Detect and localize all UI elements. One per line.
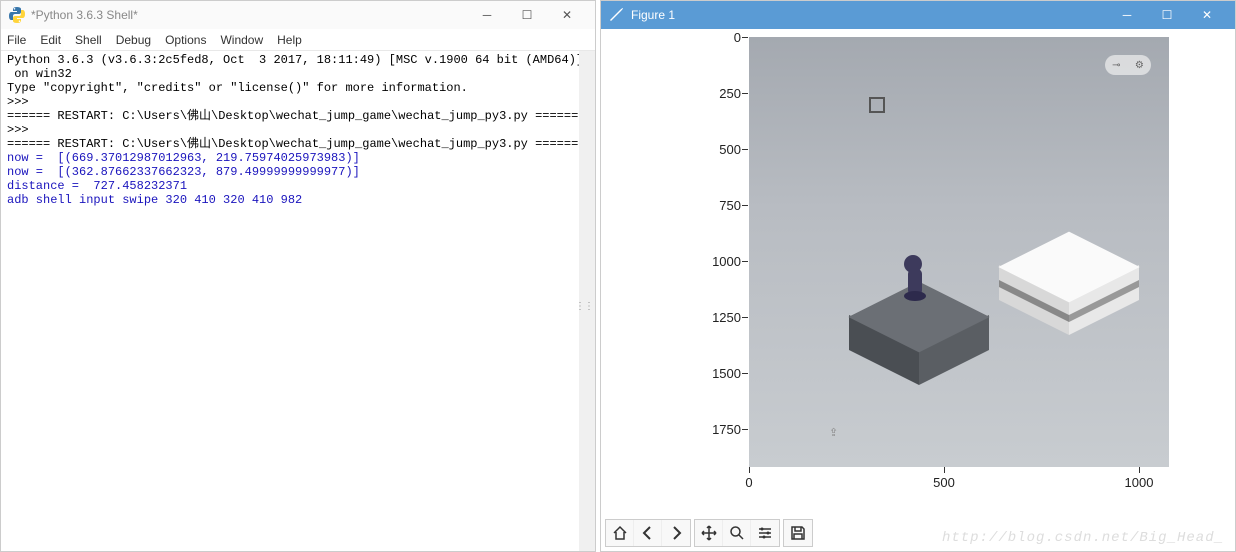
pan-button[interactable] xyxy=(695,520,723,546)
scrollbar-grip-icon: ⋮⋮ xyxy=(575,301,593,312)
ytick-label: 250 xyxy=(681,86,741,101)
output-line: distance = 727.458232371 xyxy=(7,179,589,193)
restart-line: ====== RESTART: C:\Users\佛山\Desktop\wech… xyxy=(7,109,589,123)
prompt-line: >>> xyxy=(7,123,589,137)
menu-window[interactable]: Window xyxy=(220,33,263,47)
menu-options[interactable]: Options xyxy=(165,33,206,47)
zoom-button[interactable] xyxy=(723,520,751,546)
figure-window: Figure 1 ─ ☐ ✕ 0 250 500 750 1000 1250 1… xyxy=(600,0,1236,552)
slider-icon: ⊸ xyxy=(1112,60,1120,71)
xtick-label: 500 xyxy=(933,475,955,490)
close-button[interactable]: ✕ xyxy=(1187,1,1227,29)
figure-titlebar[interactable]: Figure 1 ─ ☐ ✕ xyxy=(601,1,1235,29)
menu-shell[interactable]: Shell xyxy=(75,33,102,47)
plot-area: 0 250 500 750 1000 1250 1500 1750 0 500 … xyxy=(681,37,1181,492)
minimize-button[interactable]: ─ xyxy=(467,1,507,29)
scrollbar[interactable]: ⋮⋮ xyxy=(579,51,595,551)
shell-titlebar[interactable]: *Python 3.6.3 Shell* ─ ☐ ✕ xyxy=(1,1,595,29)
save-button[interactable] xyxy=(784,520,812,546)
xtick-label: 1000 xyxy=(1125,475,1154,490)
close-button[interactable]: ✕ xyxy=(547,1,587,29)
xtick-label: 0 xyxy=(745,475,752,490)
watermark: http://blog.csdn.net/Big_Head_ xyxy=(942,530,1224,546)
output-line: Python 3.6.3 (v3.6.3:2c5fed8, Oct 3 2017… xyxy=(7,53,589,67)
forward-button[interactable] xyxy=(662,520,690,546)
output-line: now = [(362.87662337662323, 879.49999999… xyxy=(7,165,589,179)
output-line: Type "copyright", "credits" or "license(… xyxy=(7,81,589,95)
mpl-toolbar xyxy=(605,519,813,547)
python-icon xyxy=(9,7,25,23)
output-line: now = [(669.37012987012963, 219.75974025… xyxy=(7,151,589,165)
minimize-button[interactable]: ─ xyxy=(1107,1,1147,29)
restart-line: ====== RESTART: C:\Users\佛山\Desktop\wech… xyxy=(7,137,589,151)
figure-title: Figure 1 xyxy=(631,8,1107,22)
ytick-label: 750 xyxy=(681,198,741,213)
player-pawn xyxy=(904,255,926,301)
maximize-button[interactable]: ☐ xyxy=(1147,1,1187,29)
menu-edit[interactable]: Edit xyxy=(40,33,61,47)
game-screenshot: ⊸⚙ xyxy=(749,37,1169,467)
shell-menubar: File Edit Shell Debug Options Window Hel… xyxy=(1,29,595,51)
home-button[interactable] xyxy=(606,520,634,546)
figure-canvas[interactable]: 0 250 500 750 1000 1250 1500 1750 0 500 … xyxy=(601,29,1235,551)
ytick-label: 1000 xyxy=(681,254,741,269)
ytick-label: 500 xyxy=(681,142,741,157)
score-indicator xyxy=(869,97,885,113)
menu-file[interactable]: File xyxy=(7,33,26,47)
ytick-label: 1250 xyxy=(681,310,741,325)
shell-output[interactable]: Python 3.6.3 (v3.6.3:2c5fed8, Oct 3 2017… xyxy=(1,51,595,551)
feather-icon xyxy=(609,7,625,23)
ytick-label: 1750 xyxy=(681,422,741,437)
gear-icon: ⚙ xyxy=(1135,60,1144,71)
prompt-line: >>> xyxy=(7,95,589,109)
back-button[interactable] xyxy=(634,520,662,546)
ytick-label: 0 xyxy=(681,30,741,45)
menu-debug[interactable]: Debug xyxy=(116,33,151,47)
output-line: on win32 xyxy=(7,67,589,81)
menu-help[interactable]: Help xyxy=(277,33,302,47)
output-line: adb shell input swipe 320 410 320 410 98… xyxy=(7,193,589,207)
share-icon: ⇪ xyxy=(829,426,838,439)
configure-button[interactable] xyxy=(751,520,779,546)
ytick-label: 1500 xyxy=(681,366,741,381)
image-controls[interactable]: ⊸⚙ xyxy=(1105,55,1151,75)
python-shell-window: *Python 3.6.3 Shell* ─ ☐ ✕ File Edit She… xyxy=(0,0,596,552)
maximize-button[interactable]: ☐ xyxy=(507,1,547,29)
shell-title: *Python 3.6.3 Shell* xyxy=(31,8,467,22)
